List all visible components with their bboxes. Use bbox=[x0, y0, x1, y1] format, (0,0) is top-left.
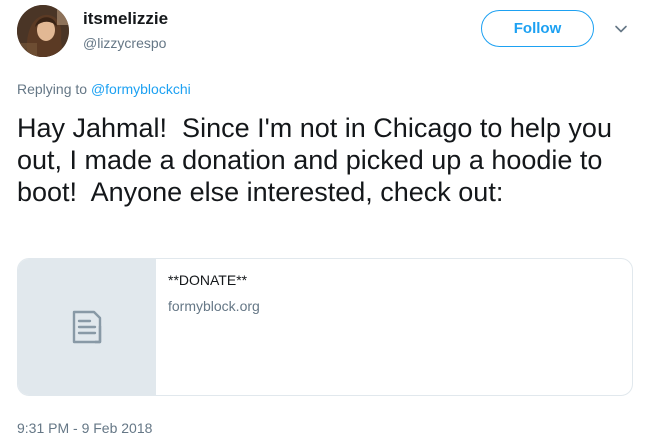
link-card[interactable]: **DONATE** formyblock.org bbox=[17, 258, 633, 396]
card-media bbox=[18, 259, 156, 395]
reply-handle-link[interactable]: @formyblockchi bbox=[91, 81, 191, 97]
author-display-name[interactable]: itsmelizzie bbox=[83, 9, 168, 29]
chevron-down-icon[interactable] bbox=[613, 21, 629, 37]
avatar-photo bbox=[17, 5, 69, 57]
reply-context: Replying to @formyblockchi bbox=[17, 80, 191, 98]
document-icon bbox=[72, 310, 101, 344]
card-domain: formyblock.org bbox=[168, 298, 260, 314]
follow-button[interactable]: Follow bbox=[481, 10, 594, 47]
avatar[interactable] bbox=[17, 5, 69, 57]
tweet-text: Hay Jahmal! Since I'm not in Chicago to … bbox=[17, 113, 620, 207]
tweet-timestamp[interactable]: 9:31 PM - 9 Feb 2018 bbox=[17, 419, 152, 437]
card-body: **DONATE** formyblock.org bbox=[156, 259, 272, 395]
reply-prefix: Replying to bbox=[17, 81, 91, 97]
card-title[interactable]: **DONATE** bbox=[168, 271, 260, 289]
author-handle[interactable]: @lizzycrespo bbox=[83, 34, 166, 52]
